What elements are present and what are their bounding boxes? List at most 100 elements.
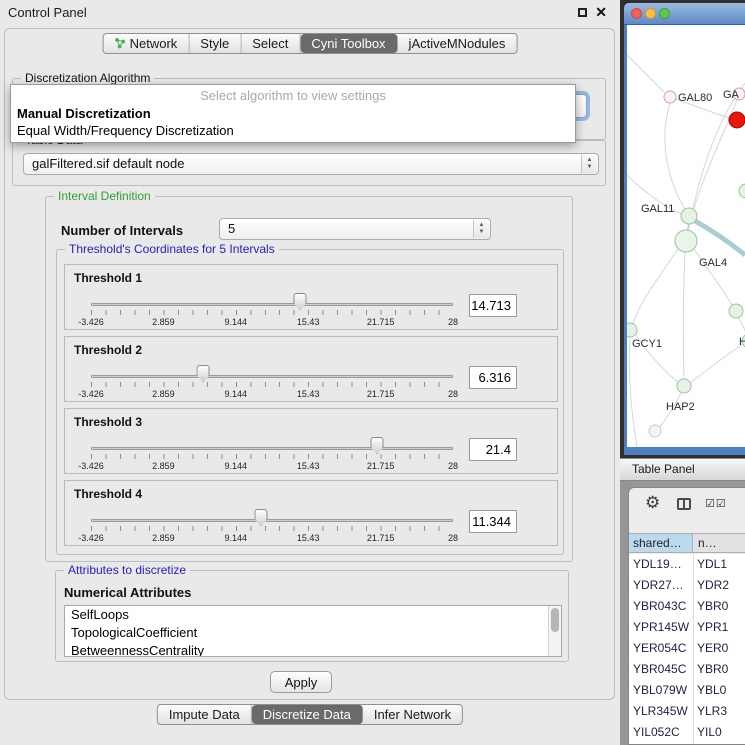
bottom-tabs: Impute DataDiscretize DataInfer Network <box>157 704 463 725</box>
network-edge[interactable] <box>690 344 743 383</box>
network-node-right-mid[interactable] <box>729 304 743 318</box>
select-rows-icon[interactable]: ☑☑ <box>705 497 727 510</box>
group-label-thresholds: Threshold's Coordinates for 5 Intervals <box>65 242 279 256</box>
network-node-gal11[interactable] <box>681 208 697 224</box>
threshold-3-slider[interactable]: -3.4262.8599.14415.4321.71528 <box>91 433 453 473</box>
network-node-hap2[interactable] <box>677 379 691 393</box>
attribute-item[interactable]: BetweennessCentrality <box>65 642 561 657</box>
window-title: Control Panel <box>8 5 87 20</box>
scrollbar-thumb[interactable] <box>551 608 559 632</box>
slider-thumb[interactable] <box>370 437 383 454</box>
table-row[interactable]: YDL19…YDL1 <box>629 554 745 575</box>
table-cell: YER054C <box>633 638 691 659</box>
num-intervals-combobox[interactable]: 5 <box>219 218 491 240</box>
table-row[interactable]: YIL052C YIL0 <box>629 722 745 743</box>
slider-scale-label: 9.144 <box>225 317 248 327</box>
gear-icon[interactable]: ⚙ <box>645 493 660 513</box>
apply-button[interactable]: Apply <box>270 671 332 693</box>
network-edge[interactable] <box>695 221 745 255</box>
network-canvas[interactable]: GAL80GAGAL11GAL4GCY1HAP2H <box>627 25 745 447</box>
network-edge[interactable] <box>627 55 664 92</box>
attribute-item[interactable]: TopologicalCoefficient <box>65 624 561 642</box>
slider-thumb[interactable] <box>197 365 210 382</box>
group-label-attributes: Attributes to discretize <box>64 563 190 577</box>
network-edge[interactable] <box>629 337 637 447</box>
network-node-bottom-node[interactable] <box>649 425 661 437</box>
node-label: GAL11 <box>641 203 674 215</box>
threshold-2-value-field[interactable]: 6.316 <box>469 366 517 389</box>
network-edge[interactable] <box>665 103 685 209</box>
table-row[interactable]: YBR045CYBR0 <box>629 659 745 680</box>
slider-scale: -3.4262.8599.14415.4321.71528 <box>91 317 453 329</box>
zoom-traffic-light-icon[interactable] <box>659 8 670 19</box>
table-cell: YDR27… <box>633 575 691 596</box>
network-node-gal80[interactable] <box>664 91 676 103</box>
bottom-tab-infer-network[interactable]: Infer Network <box>363 705 462 724</box>
column-header-shared-name[interactable]: shared… <box>629 534 693 552</box>
close-window-icon[interactable]: ✕ <box>595 4 607 21</box>
attribute-item[interactable]: SelfLoops <box>65 606 561 624</box>
numerical-attributes-list[interactable]: SelfLoopsTopologicalCoefficientBetweenne… <box>64 605 562 657</box>
algorithm-popup-options: Manual DiscretizationEqual Width/Frequen… <box>11 105 575 139</box>
bottom-tab-impute-data[interactable]: Impute Data <box>158 705 252 724</box>
table-row[interactable]: YPR145WYPR1 <box>629 617 745 638</box>
float-window-icon[interactable] <box>578 8 587 17</box>
minimize-traffic-light-icon[interactable] <box>645 8 656 19</box>
threshold-4-value-field[interactable]: 11.344 <box>469 510 517 533</box>
network-svg[interactable]: GAL80GAGAL11GAL4GCY1HAP2H <box>627 25 745 447</box>
slider-scale-label: 9.144 <box>225 389 248 399</box>
slider-scale-label: -3.426 <box>78 389 104 399</box>
slider-thumb[interactable] <box>293 293 306 310</box>
network-node-gcy1[interactable] <box>627 323 637 337</box>
slider-scale-label: 15.43 <box>297 389 320 399</box>
table-row[interactable]: YDR27…YDR2 <box>629 575 745 596</box>
table-cell: YIL052C <box>633 722 691 743</box>
tab-select[interactable]: Select <box>241 34 300 53</box>
table-panel-header[interactable]: Table Panel <box>620 458 745 481</box>
network-edge[interactable] <box>633 249 678 324</box>
slider-scale-label: -3.426 <box>78 317 104 327</box>
tab-cyni-toolbox[interactable]: Cyni Toolbox <box>300 34 397 53</box>
table-cell: YLR3 <box>697 701 745 722</box>
node-label: H <box>739 336 745 348</box>
threshold-4-label: Threshold 4 <box>74 487 142 501</box>
network-window-titlebar[interactable] <box>624 3 745 25</box>
table-cell: YIL0 <box>697 722 745 743</box>
column-header-name[interactable]: n… <box>694 534 745 552</box>
slider-scale-label: 2.859 <box>152 461 175 471</box>
threshold-4-slider[interactable]: -3.4262.8599.14415.4321.71528 <box>91 505 453 545</box>
top-tabs: NetworkStyleSelectCyni ToolboxjActiveMNo… <box>103 33 518 54</box>
algorithm-option[interactable]: Equal Width/Frequency Discretization <box>11 122 575 139</box>
slider-scale-label: 2.859 <box>152 317 175 327</box>
algorithm-option[interactable]: Manual Discretization <box>11 105 575 122</box>
node-label: GAL80 <box>678 92 712 104</box>
tab-jactivemnodules[interactable]: jActiveMNodules <box>398 34 517 53</box>
node-label: GA <box>723 89 740 101</box>
threshold-1-value-field[interactable]: 14.713 <box>469 294 517 317</box>
threshold-2-slider[interactable]: -3.4262.8599.14415.4321.71528 <box>91 361 453 401</box>
tab-network[interactable]: Network <box>104 34 190 53</box>
table-data-combobox[interactable]: galFiltered.sif default node <box>23 153 599 175</box>
table-data-group: Table Data galFiltered.sif default node <box>12 140 606 186</box>
network-node-right-edge-node[interactable] <box>739 184 745 198</box>
slider-scale-label: 2.859 <box>152 533 175 543</box>
table-row[interactable]: YBL079WYBL0 <box>629 680 745 701</box>
table-row[interactable]: YLR345WYLR3 <box>629 701 745 722</box>
network-node-red-node[interactable] <box>729 112 745 128</box>
table-row[interactable]: YBR043CYBR0 <box>629 596 745 617</box>
network-node-gal4[interactable] <box>675 230 697 252</box>
columns-icon[interactable] <box>677 498 691 510</box>
threshold-3-value-field[interactable]: 21.4 <box>469 438 517 461</box>
slider-thumb[interactable] <box>255 509 268 526</box>
bottom-tab-discretize-data[interactable]: Discretize Data <box>252 705 363 724</box>
tab-style[interactable]: Style <box>189 34 241 53</box>
close-traffic-light-icon[interactable] <box>631 8 642 19</box>
table-row[interactable]: YER054CYER0 <box>629 638 745 659</box>
list-scrollbar[interactable] <box>548 606 561 656</box>
table-cell: YDL1 <box>697 554 745 575</box>
threshold-1-slider[interactable]: -3.4262.8599.14415.4321.71528 <box>91 289 453 329</box>
network-edge[interactable] <box>683 252 685 379</box>
stepper-arrows-icon <box>581 155 597 173</box>
slider-scale-label: 9.144 <box>225 461 248 471</box>
network-edge[interactable] <box>738 317 745 335</box>
